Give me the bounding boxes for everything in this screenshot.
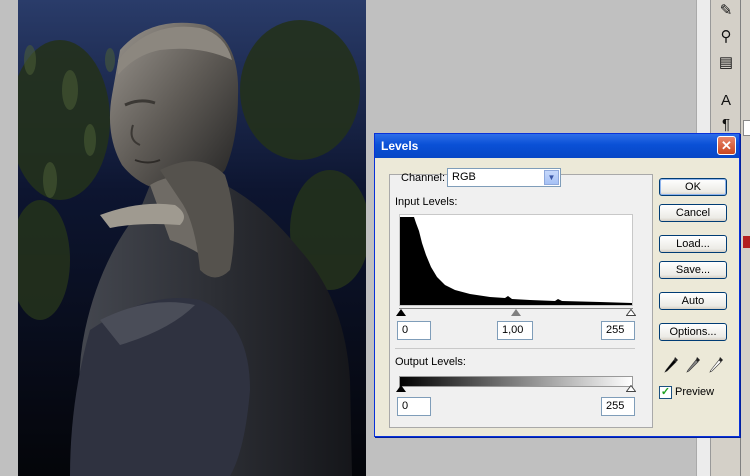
- dialog-title: Levels: [381, 139, 419, 153]
- dialog-titlebar[interactable]: Levels ✕: [375, 134, 739, 158]
- input-black-field[interactable]: 0: [397, 321, 431, 340]
- output-gradient: [399, 376, 633, 387]
- input-levels-label: Input Levels:: [395, 196, 458, 208]
- gray-eyedropper-icon[interactable]: [685, 356, 701, 374]
- input-white-point-slider[interactable]: [626, 309, 636, 316]
- close-icon: ✕: [721, 138, 732, 153]
- save-button[interactable]: Save...: [659, 261, 727, 279]
- output-levels-label: Output Levels:: [395, 356, 466, 368]
- black-eyedropper-icon[interactable]: [663, 356, 679, 374]
- input-white-field[interactable]: 255: [601, 321, 635, 340]
- input-gamma-field[interactable]: 1,00: [497, 321, 533, 340]
- workspace-left-margin: [0, 0, 18, 476]
- ok-button[interactable]: OK: [659, 178, 727, 196]
- auto-button[interactable]: Auto: [659, 292, 727, 310]
- statue-photo: [0, 0, 366, 476]
- output-black-slider[interactable]: [396, 385, 406, 392]
- load-button[interactable]: Load...: [659, 235, 727, 253]
- brush-tool-icon[interactable]: ✎: [714, 0, 738, 22]
- checkmark-icon: ✓: [660, 386, 671, 398]
- output-black-field[interactable]: 0: [397, 397, 431, 416]
- white-eyedropper-icon[interactable]: [708, 356, 724, 374]
- eraser-tool-icon[interactable]: ▤: [714, 52, 738, 74]
- input-black-point-slider[interactable]: [396, 309, 406, 316]
- channel-select[interactable]: RGB ▼: [447, 168, 561, 187]
- output-white-field[interactable]: 255: [601, 397, 635, 416]
- preview-checkbox[interactable]: ✓: [659, 386, 672, 399]
- divider: [395, 348, 635, 349]
- histogram-graph: [400, 217, 632, 305]
- channel-label: Channel:: [401, 172, 446, 184]
- close-button[interactable]: ✕: [717, 136, 736, 155]
- histogram: [399, 214, 633, 306]
- color-swatch[interactable]: [743, 236, 750, 248]
- options-button[interactable]: Options...: [659, 323, 727, 341]
- chevron-down-icon[interactable]: ▼: [544, 170, 559, 185]
- preview-label: Preview: [675, 386, 715, 398]
- input-gamma-slider[interactable]: [511, 309, 521, 316]
- output-white-slider[interactable]: [626, 385, 636, 392]
- levels-dialog: Levels ✕ Channel: RGB ▼ Input Levels: 0 …: [374, 133, 740, 437]
- channel-value: RGB: [452, 171, 476, 183]
- palette-tab[interactable]: [743, 120, 750, 136]
- history-brush-tool-icon[interactable]: ⚲: [714, 26, 738, 48]
- document-canvas[interactable]: [0, 0, 366, 476]
- type-tool-icon[interactable]: A: [714, 90, 738, 112]
- cancel-button[interactable]: Cancel: [659, 204, 727, 222]
- palette-edge: [740, 0, 750, 476]
